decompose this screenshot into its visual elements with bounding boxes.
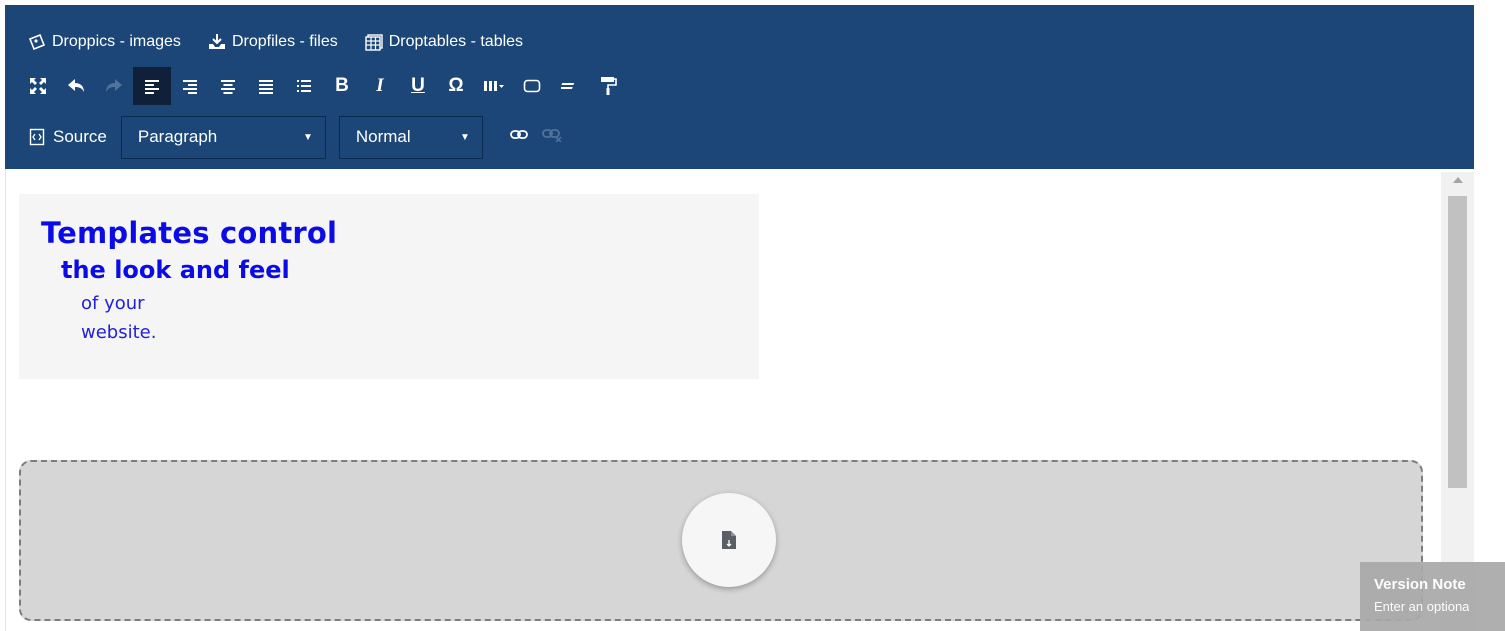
droptables-icon [365, 34, 383, 51]
scroll-up-icon[interactable] [1453, 177, 1463, 183]
unlink-icon [541, 128, 562, 143]
horizontal-rule-button[interactable] [551, 67, 589, 105]
source-button[interactable]: Source [19, 127, 107, 147]
droppics-label: Droppics - images [52, 33, 181, 50]
link-icon [509, 130, 528, 139]
align-center-button[interactable] [209, 67, 247, 105]
dropfiles-icon [208, 34, 225, 49]
special-character-button[interactable]: Ω [437, 67, 475, 105]
dropfiles-button[interactable]: Dropfiles - files [207, 33, 338, 51]
undo-icon [68, 79, 84, 92]
template-heading-1: Templates control [41, 216, 338, 250]
align-center-icon [221, 80, 235, 94]
underline-button[interactable]: U [399, 67, 437, 105]
format-buttons-row: B I U Ω [19, 67, 627, 105]
style-select-value: Normal [355, 127, 411, 146]
template-text-2: website. [81, 322, 157, 343]
dropfiles-label: Dropfiles - files [231, 33, 338, 50]
unlink-button[interactable] [541, 128, 562, 147]
upload-button[interactable] [682, 493, 776, 587]
droppics-button[interactable]: Droppics - images [27, 33, 181, 51]
box-button[interactable] [513, 67, 551, 105]
version-note-panel[interactable]: Version Note Enter an optiona [1360, 562, 1505, 631]
format-select[interactable]: Paragraph ▼ [120, 115, 326, 159]
columns-dropdown-button[interactable] [475, 67, 513, 105]
justify-button[interactable] [247, 67, 285, 105]
version-note-input-placeholder: Enter an optiona [1374, 599, 1470, 614]
scrollbar-thumb[interactable] [1448, 196, 1467, 488]
chevron-down-icon: ▼ [459, 131, 470, 143]
redo-button[interactable] [95, 67, 133, 105]
bold-button[interactable]: B [323, 67, 361, 105]
droppics-icon [28, 33, 46, 51]
version-note-title: Version Note [1374, 576, 1466, 593]
chevron-down-icon: ▼ [302, 131, 313, 143]
align-left-icon [145, 80, 159, 94]
columns-icon [484, 81, 504, 91]
source-format-row: Source Paragraph ▼ Normal ▼ [19, 115, 562, 159]
maximize-icon [30, 78, 46, 94]
horizontal-rule-icon [561, 83, 575, 89]
format-select-value: Paragraph [137, 127, 218, 146]
box-icon [523, 79, 541, 93]
editor-content-area[interactable]: Templates control the look and feel of y… [5, 169, 1475, 631]
align-left-button[interactable] [133, 67, 171, 105]
link-button[interactable] [509, 128, 528, 146]
source-label: Source [53, 127, 107, 146]
undo-button[interactable] [57, 67, 95, 105]
file-download-icon [722, 531, 736, 549]
file-drop-zone[interactable] [19, 460, 1423, 621]
justify-icon [259, 80, 273, 94]
bulleted-list-button[interactable] [285, 67, 323, 105]
format-painter-button[interactable] [589, 67, 627, 105]
source-icon [29, 128, 45, 146]
droptables-label: Droptables - tables [388, 33, 524, 50]
maximize-button[interactable] [19, 67, 57, 105]
italic-button[interactable]: I [361, 67, 399, 105]
plugin-buttons-row: Droppics - images Dropfiles - files Drop… [27, 31, 549, 53]
template-text-1: of your [81, 293, 145, 314]
droptables-button[interactable]: Droptables - tables [364, 33, 523, 51]
redo-icon [106, 79, 122, 92]
paint-roller-icon [601, 77, 617, 95]
template-heading-2: the look and feel [61, 256, 290, 284]
editor-toolbar: Droppics - images Dropfiles - files Drop… [5, 5, 1474, 169]
template-text-block: Templates control the look and feel of y… [19, 194, 759, 379]
bulleted-list-icon [297, 80, 311, 92]
align-right-icon [183, 80, 197, 94]
align-right-button[interactable] [171, 67, 209, 105]
style-select[interactable]: Normal ▼ [338, 115, 483, 159]
